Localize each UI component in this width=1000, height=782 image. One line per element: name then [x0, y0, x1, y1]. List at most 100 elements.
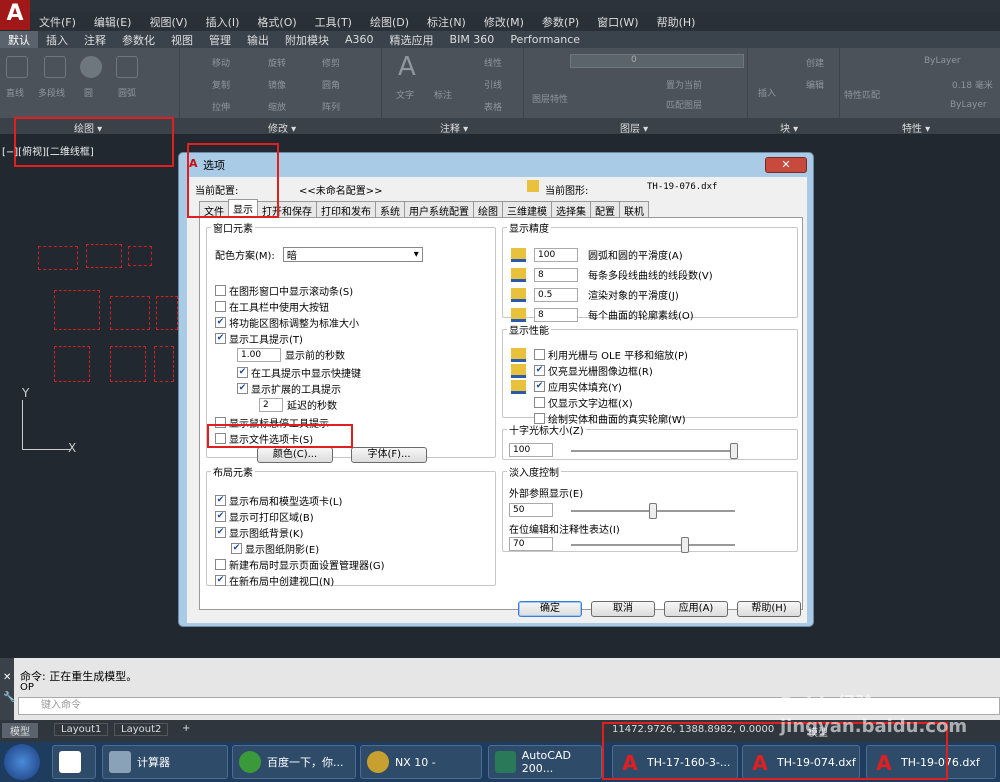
menu-file[interactable]: 文件(F)	[30, 14, 85, 30]
stretch-label[interactable]: 拉伸	[212, 100, 230, 113]
checkbox[interactable]: ✔	[534, 381, 545, 392]
wrench-icon[interactable]: 🔧	[3, 692, 15, 703]
checkbox[interactable]: ✔	[215, 333, 226, 344]
polyline-segments-input[interactable]: 8	[534, 267, 578, 282]
menu-draw[interactable]: 绘图(D)	[361, 14, 418, 30]
tab-plot-publish[interactable]: 打印和发布	[316, 201, 376, 218]
tab-addins[interactable]: 附加模块	[277, 31, 337, 49]
option-row[interactable]: ✔ 仅亮显光栅图像边框(R)	[511, 363, 653, 378]
menu-tools[interactable]: 工具(T)	[306, 14, 361, 30]
cancel-button[interactable]: 取消	[591, 601, 655, 617]
option-row[interactable]: ✔ 显示工具提示(T)	[215, 331, 303, 346]
tab-3d-modeling[interactable]: 三维建模	[502, 201, 552, 218]
tab-user-preferences[interactable]: 用户系统配置	[404, 201, 474, 218]
checkbox[interactable]	[534, 397, 545, 408]
checkbox[interactable]: ✔	[215, 511, 226, 522]
rotate-label[interactable]: 旋转	[268, 56, 286, 69]
tooltip-delay-input[interactable]: 1.00	[237, 347, 281, 362]
panel-title-properties[interactable]: 特性 ▾	[902, 120, 930, 135]
tab-layout1[interactable]: Layout1	[54, 723, 109, 736]
tab-a360[interactable]: A360	[337, 32, 382, 47]
copy-label[interactable]: 复制	[212, 78, 230, 91]
option-row[interactable]: ✔ 显示布局和模型选项卡(L)	[215, 493, 342, 508]
layer-dropdown[interactable]: 0	[570, 54, 744, 68]
tab-bim360[interactable]: BIM 360	[442, 32, 503, 47]
table-label[interactable]: 表格	[484, 100, 502, 113]
taskbar-browser[interactable]: 百度一下，你...	[232, 745, 356, 779]
checkbox[interactable]: ✔	[231, 543, 242, 554]
autocad-app-button[interactable]: A	[0, 0, 30, 30]
close-button[interactable]: ✕	[765, 157, 807, 173]
menu-dimension[interactable]: 标注(N)	[418, 14, 475, 30]
lineweight-value[interactable]: 0.18 毫米	[952, 78, 993, 91]
option-row[interactable]: 新建布局时显示页面设置管理器(G)	[215, 557, 385, 572]
color-scheme-select[interactable]: 暗 ▾	[282, 247, 423, 262]
taskbar-app[interactable]	[52, 745, 96, 779]
inplace-fade-input[interactable]: 70	[509, 537, 553, 551]
linear-label[interactable]: 线性	[484, 56, 502, 69]
crosshair-slider-thumb[interactable]	[730, 443, 738, 459]
crosshair-slider-track[interactable]	[571, 443, 738, 459]
ok-button[interactable]: 确定	[518, 601, 582, 617]
tab-model[interactable]: 模型	[2, 723, 38, 738]
mirror-label[interactable]: 镜像	[268, 78, 286, 91]
line-icon[interactable]	[6, 56, 28, 78]
option-row[interactable]: ✔ 显示图纸背景(K)	[215, 525, 303, 540]
menu-help[interactable]: 帮助(H)	[648, 14, 705, 30]
option-row[interactable]: ✔ 显示可打印区域(B)	[215, 509, 314, 524]
menu-parametric[interactable]: 参数(P)	[533, 14, 588, 30]
inplace-fade-slider-thumb[interactable]	[681, 537, 690, 553]
menu-view[interactable]: 视图(V)	[140, 14, 196, 30]
crosshair-size-input[interactable]: 100	[509, 443, 553, 457]
tab-profiles[interactable]: 配置	[590, 201, 620, 218]
menu-modify[interactable]: 修改(M)	[475, 14, 533, 30]
text-a-icon[interactable]: A	[398, 52, 416, 82]
arc-icon[interactable]	[116, 56, 138, 78]
option-row[interactable]: 在图形窗口中显示滚动条(S)	[215, 283, 353, 298]
tab-output[interactable]: 输出	[239, 31, 277, 49]
tab-online[interactable]: 联机	[619, 201, 649, 218]
panel-title-modify[interactable]: 修改 ▾	[268, 120, 296, 135]
menu-format[interactable]: 格式(O)	[248, 14, 305, 30]
checkbox[interactable]	[215, 559, 226, 570]
trim-label[interactable]: 修剪	[322, 56, 340, 69]
option-row[interactable]: ✔ 应用实体填充(Y)	[511, 379, 622, 394]
panel-title-block[interactable]: 块 ▾	[780, 120, 798, 135]
panel-title-layers[interactable]: 图层 ▾	[620, 120, 648, 135]
checkbox[interactable]: ✔	[237, 367, 248, 378]
taskbar-autocad[interactable]: AutoCAD 200...	[488, 745, 602, 779]
checkbox[interactable]: ✔	[237, 383, 248, 394]
viewport-label[interactable]: [−][俯视][二维线框]	[2, 143, 94, 158]
tab-parametric[interactable]: 参数化	[114, 31, 163, 49]
array-label[interactable]: 阵列	[322, 100, 340, 113]
layer-properties-label[interactable]: 图层特性	[532, 92, 568, 105]
taskbar-nx[interactable]: NX 10 -	[360, 745, 482, 779]
xref-fade-slider-track[interactable]	[571, 503, 735, 519]
tab-performance[interactable]: Performance	[502, 32, 588, 47]
xref-fade-slider-thumb[interactable]	[649, 503, 657, 519]
option-row[interactable]: ✔ 显示扩展的工具提示	[237, 381, 341, 396]
tab-insert[interactable]: 插入	[38, 31, 76, 49]
option-row[interactable]: 仅显示文字边框(X)	[534, 395, 633, 410]
checkbox[interactable]	[215, 285, 226, 296]
tab-layout2[interactable]: Layout2	[114, 723, 169, 736]
polyline-icon[interactable]	[44, 56, 66, 78]
menu-insert[interactable]: 插入(I)	[197, 14, 249, 30]
move-label[interactable]: 移动	[212, 56, 230, 69]
menu-edit[interactable]: 编辑(E)	[85, 14, 141, 30]
checkbox[interactable]: ✔	[215, 575, 226, 586]
tab-view[interactable]: 视图	[163, 31, 201, 49]
color-bylayer[interactable]: ByLayer	[924, 56, 961, 66]
edit-block-label[interactable]: 编辑	[806, 78, 824, 91]
checkbox[interactable]: ✔	[534, 365, 545, 376]
apply-button[interactable]: 应用(A)	[664, 601, 728, 617]
option-row[interactable]: ✔ 将功能区图标调整为标准大小	[215, 315, 359, 330]
close-icon[interactable]: ✕	[3, 672, 11, 683]
insert-block-label[interactable]: 插入	[758, 86, 776, 99]
checkbox[interactable]	[215, 301, 226, 312]
match-properties-label[interactable]: 特性匹配	[844, 88, 880, 101]
tab-selection[interactable]: 选择集	[551, 201, 591, 218]
contour-lines-input[interactable]: 8	[534, 307, 578, 322]
help-button[interactable]: 帮助(H)	[737, 601, 801, 617]
render-smoothness-input[interactable]: 0.5	[534, 287, 578, 302]
